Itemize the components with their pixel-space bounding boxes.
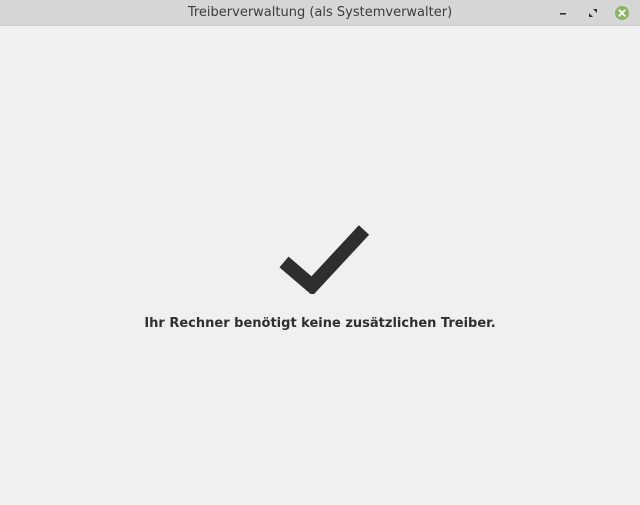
- window-title: Treiberverwaltung (als Systemverwalter): [187, 5, 453, 20]
- main-content: Ihr Rechner benötigt keine zusätzlichen …: [0, 26, 640, 505]
- maximize-icon: [589, 9, 597, 17]
- driver-manager-window: Treiberverwaltung (als Systemverwalter) …: [0, 0, 640, 505]
- maximize-button[interactable]: [583, 3, 603, 23]
- checkmark-icon: [279, 225, 370, 294]
- title-bar[interactable]: Treiberverwaltung (als Systemverwalter): [0, 0, 640, 26]
- close-button[interactable]: [612, 3, 632, 23]
- status-message: Ihr Rechner benötigt keine zusätzlichen …: [144, 316, 496, 331]
- close-icon: [615, 6, 629, 20]
- minimize-icon: [560, 13, 566, 15]
- minimize-button[interactable]: [553, 3, 573, 23]
